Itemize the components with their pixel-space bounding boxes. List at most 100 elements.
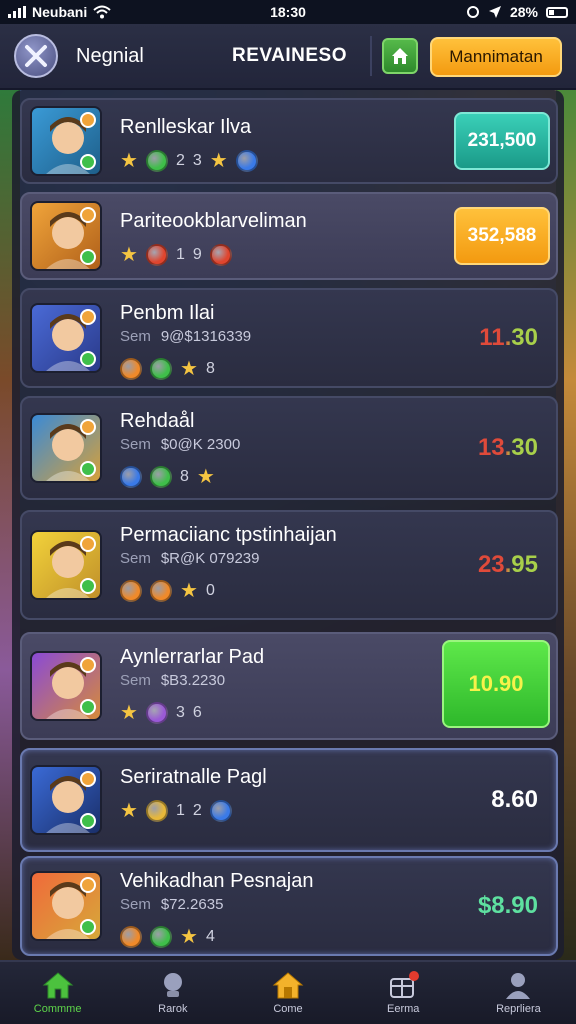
item-stats: ★ 3 6 [120,700,202,725]
nav-label: Eerma [387,1003,420,1015]
rank-badge-icon [80,657,96,673]
bottom-nav: Commme Rarok Come Eerma Reprliera [0,960,576,1024]
list-item[interactable]: Rehdaål Sem $0@K 2300 8 ★ 13.30 [20,396,558,500]
nav-label: Reprliera [496,1003,541,1015]
orange-coin-icon [120,925,142,948]
price-button[interactable]: 10.90 [442,640,550,728]
subtitle-label: Sem [120,672,151,689]
stat-number: 8 [205,359,215,377]
list-item[interactable]: Permaciianc tpstinhaijan Sem $R@K 079239 ★ 0… [20,510,558,620]
list-item[interactable]: Aynlerrarlar Pad Sem $B3.2230 ★ 3 6 10.90 [20,632,558,740]
list-item[interactable]: Penbm Ilai Sem 9@$1316339 ★ 8 11.30 [20,288,558,388]
subtitle-value: 9@$1316339 [160,328,252,345]
list-item[interactable]: Renlleskar Ilva ★ 2 3 ★ 231,500 [20,98,558,184]
subtitle-value: $72.2635 [160,896,224,913]
avatar [30,651,102,721]
online-badge-icon [80,154,96,170]
star-icon: ★ [120,150,138,172]
price-button[interactable]: 231,500 [454,112,550,170]
item-subtitle: Sem $0@K 2300 [120,436,240,453]
item-name: Renlleskar Ilva [120,116,252,138]
nav-item-home[interactable]: Commme [0,962,115,1024]
item-name: Aynlerrarlar Pad [120,646,265,668]
item-subtitle: Sem $72.2635 [120,896,223,913]
swords-icon[interactable] [14,34,58,78]
rank-badge-icon [80,877,96,893]
star-icon: ★ [120,800,138,822]
nav-item-profile[interactable]: Reprliera [461,962,576,1024]
header-action-button[interactable]: Mannimatan [430,37,562,77]
rank-badge-icon [80,207,96,223]
shop-icon [272,971,304,999]
red-coin-icon [145,243,168,266]
battery-percent: 28% [509,4,538,20]
app-header: Negnial REVAINESO Mannimatan [0,24,576,90]
blue-coin-icon [209,799,232,822]
item-stats: 8 ★ [120,464,215,489]
online-badge-icon [80,578,96,594]
nav-label: Come [273,1003,303,1015]
online-badge-icon [80,813,96,829]
avatar [30,871,102,941]
price-value: $8.90 [477,892,538,919]
nav-item-rank[interactable]: Rarok [115,962,230,1024]
location-arrow-icon [488,6,501,18]
nav-item-shop[interactable]: Come [230,962,345,1024]
subtitle-label: Sem [120,550,151,567]
page-title: Negnial [76,45,144,67]
subtitle-value: $0@K 2300 [160,436,241,453]
price-button[interactable]: 352,588 [454,207,550,265]
green-coin-icon [150,925,172,948]
gift-icon [387,971,420,999]
home-icon [392,48,408,64]
red-coin-icon [209,243,232,266]
list-item[interactable]: Seriratnalle Pagl ★ 1 2 8.60 [20,748,558,852]
price-value: 23.95 [477,551,538,578]
item-name: Seriratnalle Pagl [120,766,267,788]
avatar [30,530,102,600]
avatar [30,413,102,483]
blue-coin-icon [235,149,258,172]
star-icon: ★ [180,926,198,948]
star-icon: ★ [209,150,228,172]
carrier-name: Neubani [32,4,88,20]
subtitle-value: $B3.2230 [160,672,226,689]
gold-coin-icon [145,799,168,822]
wifi-icon [93,5,111,19]
stat-number: 0 [205,581,215,599]
stat-number: 2 [175,151,185,169]
signal-icon [8,6,26,18]
nav-label: Commme [33,1003,82,1015]
stat-number: 3 [192,151,202,169]
rank-badge-icon [80,309,96,325]
clock: 18:30 [270,4,306,20]
item-stats: ★ 1 2 [120,798,232,823]
nav-item-gift[interactable]: Eerma [346,962,461,1024]
alarm-icon [466,6,479,18]
avatar [30,303,102,373]
rank-badge-icon [80,112,96,128]
orange-coin-icon [150,579,172,602]
subtitle-label: Sem [120,436,151,453]
star-icon: ★ [196,466,215,488]
online-badge-icon [80,699,96,715]
battery-icon [546,6,568,18]
star-icon: ★ [180,358,198,380]
stat-number: 3 [175,703,185,721]
online-badge-icon [80,249,96,265]
star-icon: ★ [180,580,198,602]
list-item[interactable]: Vehikadhan Pesnajan Sem $72.2635 ★ 4 $8.90 [20,856,558,956]
trophy-icon [157,971,189,999]
avatar [30,106,102,176]
item-name: Vehikadhan Pesnajan [120,870,314,892]
stat-number: 2 [192,801,202,819]
profile-icon [502,971,534,999]
home-button[interactable] [382,38,418,74]
item-name: Penbm Ilai [120,302,215,324]
subtitle-label: Sem [120,896,151,913]
green-coin-icon [150,357,172,380]
list-item[interactable]: Pariteookblarveliman ★ 1 9 352,588 [20,192,558,280]
online-badge-icon [80,351,96,367]
item-name: Pariteookblarveliman [120,210,307,232]
item-stats: ★ 4 [120,924,215,949]
